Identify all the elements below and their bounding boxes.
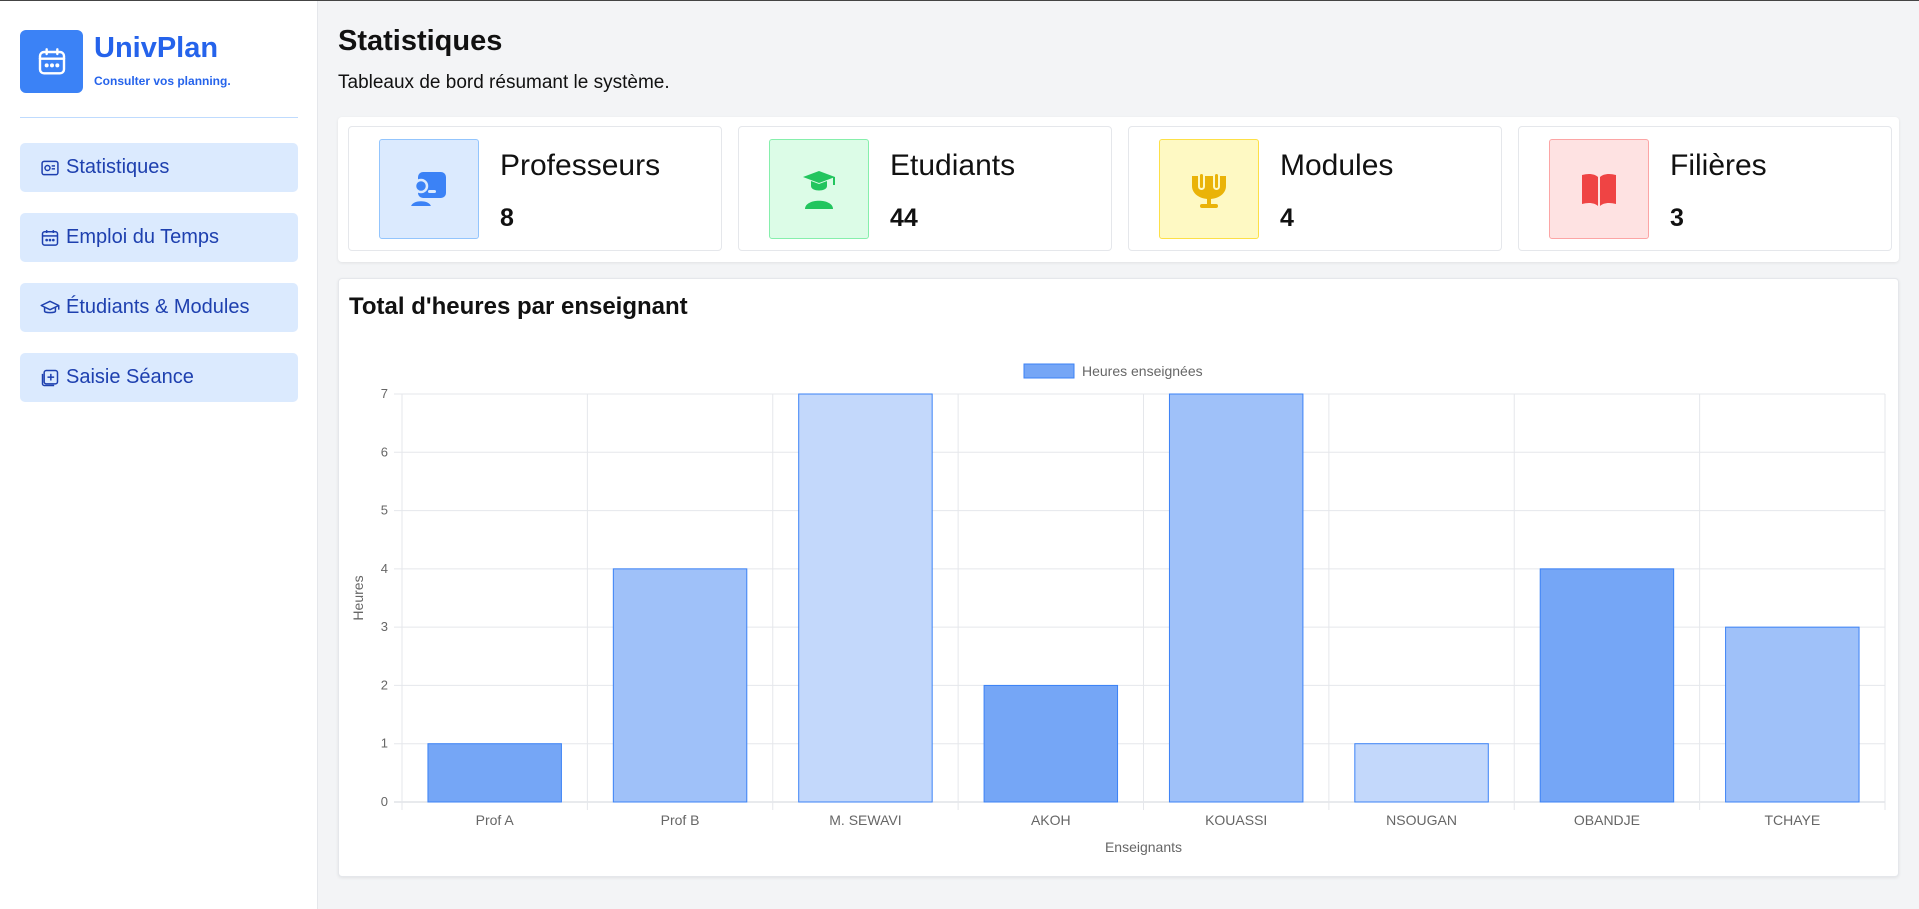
bar-chart: 0 1 2 3 4 5 6 7 Prof A Prof B M. SEWAVI AKOH KOUASSI… — [350, 363, 1886, 855]
bar — [1168, 393, 1304, 803]
y-tick-label: 2 — [381, 677, 388, 692]
legend-label: Heures enseignées — [1082, 363, 1203, 379]
y-tick-label: 4 — [381, 561, 388, 576]
chart-panel: Total d'heures par enseignant 0 1 2 3 4 5 6 7 Pr… — [338, 278, 1899, 877]
x-axis-label: Enseignants — [1105, 839, 1182, 855]
card-value: 3 — [1670, 204, 1684, 232]
x-tick-label: TCHAYE — [1764, 812, 1820, 828]
card-value: 44 — [890, 204, 918, 232]
sidebar-item-label: Étudiants & Modules — [66, 296, 250, 318]
card-label: Professeurs — [500, 149, 661, 182]
book-icon — [1549, 139, 1649, 239]
stat-card-modules: Modules 4 — [1128, 126, 1502, 251]
stat-cards: Professeurs 8 Etudiants 44 Modules 4 Fil… — [338, 117, 1899, 262]
y-axis-label: Heures — [350, 575, 366, 620]
x-tick-label: M. SEWAVI — [829, 812, 901, 828]
stat-card-filieres: Filières 3 — [1518, 126, 1892, 251]
page-subtitle: Tableaux de bord résumant le système. — [338, 72, 670, 93]
bar — [1539, 568, 1675, 803]
x-tick-label: AKOH — [1031, 812, 1071, 828]
y-tick-label: 1 — [381, 736, 388, 751]
stats-icon — [39, 157, 61, 179]
page-title: Statistiques — [338, 25, 503, 57]
sidebar-divider — [20, 117, 298, 118]
legend-swatch — [1023, 363, 1075, 379]
x-tick-label: OBANDJE — [1574, 812, 1640, 828]
teacher-icon — [379, 139, 479, 239]
module-icon — [1159, 139, 1259, 239]
bar — [798, 393, 933, 803]
graduation-cap-icon — [39, 297, 61, 319]
x-tick-label: KOUASSI — [1205, 812, 1267, 828]
main-content: Statistiques Tableaux de bord résumant l… — [318, 1, 1919, 909]
brand-name: UnivPlan — [94, 32, 219, 64]
y-tick-label: 7 — [381, 386, 388, 401]
y-tick-label: 5 — [381, 503, 388, 518]
sidebar-item-saisie-seance[interactable]: Saisie Séance — [20, 353, 298, 402]
bar — [1354, 743, 1489, 803]
card-label: Etudiants — [890, 149, 1016, 182]
sidebar-item-statistiques[interactable]: Statistiques — [20, 143, 298, 192]
y-tick-label: 0 — [381, 794, 388, 809]
bar — [983, 684, 1119, 803]
sidebar: UnivPlan Consulter vos planning. Statist… — [0, 1, 318, 909]
bar — [612, 568, 748, 803]
stat-card-professeurs: Professeurs 8 — [348, 126, 722, 251]
sidebar-item-emploi-du-temps[interactable]: Emploi du Temps — [20, 213, 298, 262]
calendar-logo-icon — [20, 30, 83, 93]
sidebar-item-label: Emploi du Temps — [66, 226, 220, 248]
sidebar-item-etudiants-modules[interactable]: Étudiants & Modules — [20, 283, 298, 332]
x-tick-label: Prof B — [661, 812, 700, 828]
calendar-icon — [39, 227, 61, 249]
sidebar-item-label: Saisie Séance — [66, 366, 194, 388]
student-icon — [769, 139, 869, 239]
brand-tagline: Consulter vos planning. — [94, 74, 231, 88]
x-tick-label: Prof A — [476, 812, 515, 828]
stat-card-etudiants: Etudiants 44 — [738, 126, 1112, 251]
sidebar-item-label: Statistiques — [66, 156, 170, 178]
sidebar-nav: Statistiques Emploi du Temps Étudiants &… — [20, 143, 298, 423]
x-tick-label: NSOUGAN — [1386, 812, 1457, 828]
card-value: 4 — [1280, 204, 1294, 232]
card-value: 8 — [500, 204, 514, 232]
bar — [1725, 626, 1860, 803]
card-label: Filières — [1670, 149, 1767, 182]
card-label: Modules — [1280, 149, 1394, 182]
brand: UnivPlan Consulter vos planning. — [20, 30, 231, 93]
y-tick-label: 6 — [381, 444, 388, 459]
add-square-icon — [39, 367, 61, 389]
y-tick-label: 3 — [381, 619, 388, 634]
bar — [427, 743, 562, 803]
